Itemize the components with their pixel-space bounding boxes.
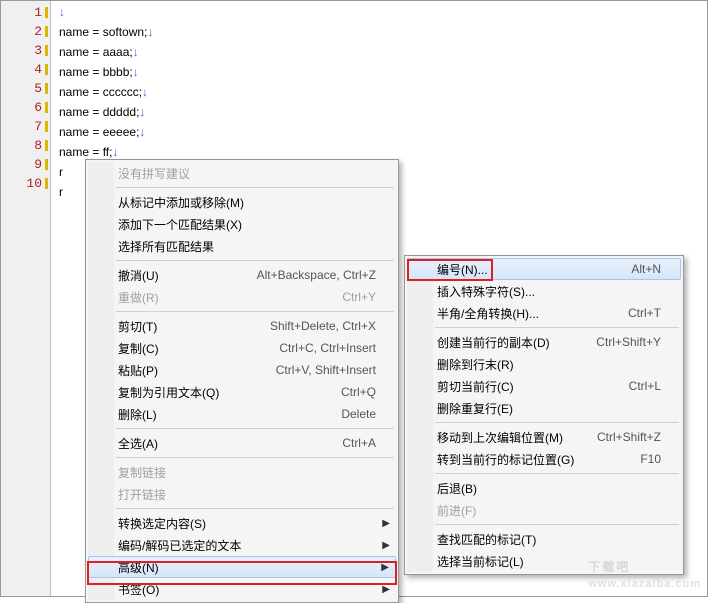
- menu-separator: [116, 260, 394, 261]
- line-number: 8: [1, 136, 50, 155]
- menu-goto-bookmark-pos[interactable]: 转到当前行的标记位置(G)F10: [407, 448, 681, 470]
- menu-copy-link: 复制链接: [88, 461, 396, 483]
- line-number: 6: [1, 98, 50, 117]
- watermark: 下载吧 www.xiazaiba.com: [588, 546, 701, 590]
- line-number: 2: [1, 22, 50, 41]
- menu-cut[interactable]: 剪切(T)Shift+Delete, Ctrl+X: [88, 315, 396, 337]
- code-line[interactable]: name = cccccc;: [59, 85, 142, 99]
- menu-separator: [116, 428, 394, 429]
- menu-add-next-match[interactable]: 添加下一个匹配结果(X): [88, 213, 396, 235]
- line-number-gutter: 1 2 3 4 5 6 7 8 9 10: [1, 1, 51, 596]
- menu-separator: [435, 327, 679, 328]
- menu-numbering[interactable]: 编号(N)...Alt+N: [407, 258, 681, 280]
- menu-insert-special-char[interactable]: 插入特殊字符(S)...: [407, 280, 681, 302]
- menu-separator: [435, 524, 679, 525]
- line-number: 9: [1, 155, 50, 174]
- menu-separator: [435, 422, 679, 423]
- menu-convert-selection[interactable]: 转换选定内容(S)▶: [88, 512, 396, 534]
- menu-undo[interactable]: 撤消(U)Alt+Backspace, Ctrl+Z: [88, 264, 396, 286]
- code-line[interactable]: name = softown;: [59, 25, 147, 39]
- menu-cut-line[interactable]: 剪切当前行(C)Ctrl+L: [407, 375, 681, 397]
- menu-forward: 前进(F): [407, 499, 681, 521]
- line-number: 3: [1, 41, 50, 60]
- menu-advanced[interactable]: 高级(N)▶: [88, 556, 396, 578]
- menu-open-link: 打开链接: [88, 483, 396, 505]
- code-line[interactable]: name = aaaa;: [59, 45, 133, 59]
- menu-separator: [116, 311, 394, 312]
- code-line[interactable]: r: [59, 165, 63, 179]
- menu-select-all[interactable]: 全选(A)Ctrl+A: [88, 432, 396, 454]
- menu-move-last-edit[interactable]: 移动到上次编辑位置(M)Ctrl+Shift+Z: [407, 426, 681, 448]
- code-line[interactable]: name = eeeee;: [59, 125, 139, 139]
- menu-paste[interactable]: 粘贴(P)Ctrl+V, Shift+Insert: [88, 359, 396, 381]
- line-number: 7: [1, 117, 50, 136]
- menu-add-remove-markers[interactable]: 从标记中添加或移除(M): [88, 191, 396, 213]
- chevron-right-icon: ▶: [382, 540, 390, 551]
- line-number: 5: [1, 79, 50, 98]
- chevron-right-icon: ▶: [382, 584, 390, 595]
- menu-half-full-width[interactable]: 半角/全角转换(H)...Ctrl+T: [407, 302, 681, 324]
- menu-duplicate-line[interactable]: 创建当前行的副本(D)Ctrl+Shift+Y: [407, 331, 681, 353]
- code-line[interactable]: r: [59, 185, 63, 199]
- code-line[interactable]: name = bbbb;: [59, 65, 133, 79]
- line-number: 4: [1, 60, 50, 79]
- menu-separator: [116, 508, 394, 509]
- line-number: 10: [1, 174, 50, 193]
- chevron-right-icon: ▶: [382, 518, 390, 529]
- menu-copy[interactable]: 复制(C)Ctrl+C, Ctrl+Insert: [88, 337, 396, 359]
- menu-separator: [116, 187, 394, 188]
- code-line[interactable]: name = ddddd;: [59, 105, 139, 119]
- menu-delete[interactable]: 删除(L)Delete: [88, 403, 396, 425]
- menu-no-spell-suggestions: 没有拼写建议: [88, 162, 396, 184]
- code-line[interactable]: name = ff;: [59, 145, 112, 159]
- menu-separator: [435, 473, 679, 474]
- menu-copy-quoted[interactable]: 复制为引用文本(Q)Ctrl+Q: [88, 381, 396, 403]
- menu-back[interactable]: 后退(B): [407, 477, 681, 499]
- menu-encode-decode[interactable]: 编码/解码已选定的文本▶: [88, 534, 396, 556]
- context-menu: 没有拼写建议 从标记中添加或移除(M) 添加下一个匹配结果(X) 选择所有匹配结…: [85, 159, 399, 603]
- chevron-right-icon: ▶: [381, 562, 389, 573]
- menu-separator: [116, 457, 394, 458]
- line-number: 1: [1, 3, 50, 22]
- menu-delete-duplicate-lines[interactable]: 删除重复行(E): [407, 397, 681, 419]
- menu-select-all-matches[interactable]: 选择所有匹配结果: [88, 235, 396, 257]
- advanced-submenu: 编号(N)...Alt+N 插入特殊字符(S)... 半角/全角转换(H)...…: [404, 255, 684, 575]
- menu-redo: 重做(R)Ctrl+Y: [88, 286, 396, 308]
- menu-delete-to-eol[interactable]: 删除到行末(R): [407, 353, 681, 375]
